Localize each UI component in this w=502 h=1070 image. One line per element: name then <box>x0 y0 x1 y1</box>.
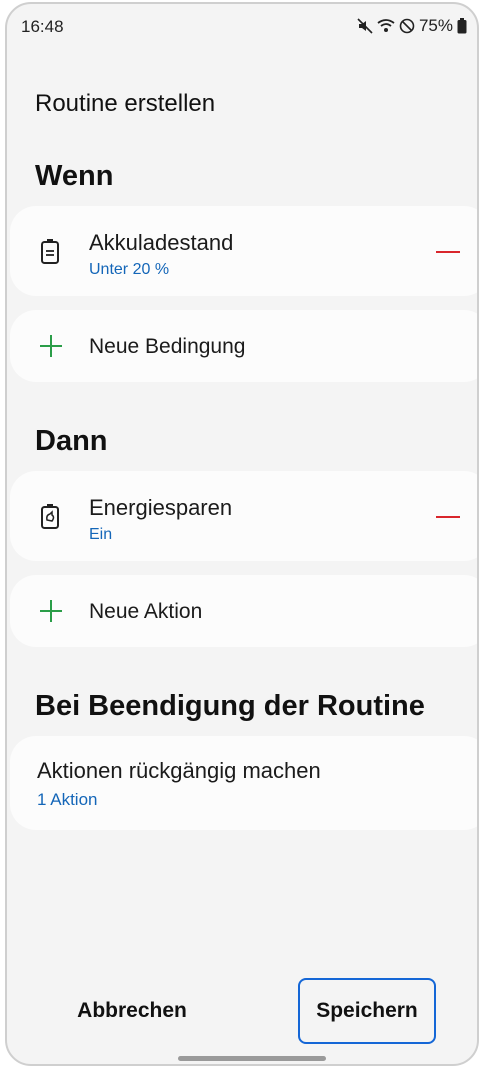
power-saving-icon <box>40 503 60 534</box>
page-title: Routine erstellen <box>35 90 216 117</box>
plus-icon <box>40 335 62 357</box>
dnd-icon <box>399 18 415 34</box>
status-bar: 16:48 75% <box>7 4 477 48</box>
action-title: Energiesparen <box>89 495 233 520</box>
save-button[interactable]: Speichern <box>298 978 436 1044</box>
undo-actions-item[interactable]: Aktionen rückgängig machen 1 Aktion <box>10 736 477 830</box>
battery-icon <box>40 238 60 269</box>
add-action-label: Neue Aktion <box>89 600 203 623</box>
add-condition-label: Neue Bedingung <box>89 335 246 358</box>
battery-icon <box>457 18 467 34</box>
section-title-then: Dann <box>35 425 108 457</box>
section-title-if: Wenn <box>35 160 114 192</box>
remove-condition-icon[interactable] <box>436 251 460 253</box>
status-time: 16:48 <box>21 17 64 36</box>
undo-actions-value: 1 Aktion <box>37 790 98 809</box>
cancel-button[interactable]: Abbrechen <box>47 979 217 1043</box>
battery-percent: 75% <box>418 16 453 35</box>
add-action-button[interactable]: Neue Aktion <box>10 575 477 647</box>
wifi-icon <box>377 18 395 34</box>
undo-actions-title: Aktionen rückgängig machen <box>37 758 321 783</box>
plus-icon <box>40 600 62 622</box>
phone-screen: 16:48 75% Routine erstellen Wenn Akkulad… <box>5 2 479 1066</box>
action-card[interactable]: Energiesparen Ein <box>10 471 477 561</box>
condition-card[interactable]: Akkuladestand Unter 20 % <box>10 206 477 296</box>
home-indicator <box>178 1056 326 1061</box>
status-icons: 75% <box>357 16 467 36</box>
add-condition-button[interactable]: Neue Bedingung <box>10 310 477 382</box>
remove-action-icon[interactable] <box>436 516 460 518</box>
section-title-end: Bei Beendigung der Routine <box>35 690 425 722</box>
condition-title: Akkuladestand <box>89 230 234 255</box>
condition-value: Unter 20 % <box>89 261 170 278</box>
mute-icon <box>357 18 373 34</box>
action-value: Ein <box>89 526 113 543</box>
